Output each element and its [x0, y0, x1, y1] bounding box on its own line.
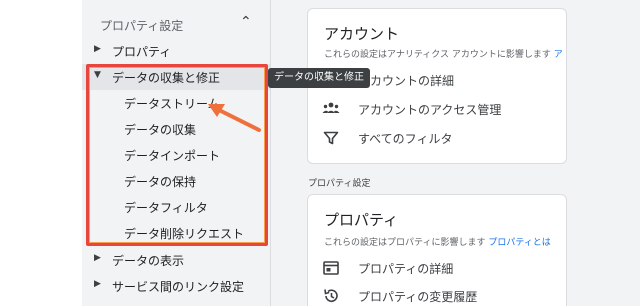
- sidebar-item-data-display[interactable]: ▶ データの表示: [82, 247, 270, 273]
- property-settings-section-label: プロパティ設定: [308, 179, 371, 189]
- caret-right-icon: ▶: [94, 253, 101, 263]
- property-card-description: これらの設定はプロパティに影響します プロパティとは: [324, 238, 551, 248]
- row-label: アカウントの詳細: [358, 74, 455, 88]
- highlight-box-inner: [89, 67, 265, 243]
- pointer-arrow-icon: [208, 104, 261, 132]
- row-label: プロパティの変更履歴: [358, 290, 478, 304]
- account-access-row[interactable]: アカウントのアクセス管理: [322, 98, 552, 120]
- sidebar-item-label: プロパティ: [112, 45, 172, 59]
- property-history-row[interactable]: プロパティの変更履歴: [322, 285, 552, 306]
- sidebar-item-product-links[interactable]: ▶ サービス間のリンク設定: [82, 273, 270, 299]
- filter-icon: [322, 129, 340, 147]
- chevron-up-icon[interactable]: ⌃: [240, 14, 252, 30]
- sidebar-item-label: データの表示: [112, 254, 185, 268]
- row-label: アカウントのアクセス管理: [358, 103, 502, 117]
- what-is-property-link[interactable]: プロパティとは: [488, 238, 550, 248]
- property-details-row[interactable]: プロパティの詳細: [322, 257, 552, 279]
- caret-right-icon: ▶: [94, 44, 101, 54]
- property-card: プロパティ これらの設定はプロパティに影響します プロパティとは プロパティの詳…: [307, 194, 567, 306]
- tooltip: データの収集と修正: [268, 68, 370, 88]
- property-settings-header[interactable]: プロパティ設定 ⌃: [82, 10, 270, 40]
- sidebar-item-property[interactable]: ▶ プロパティ: [82, 38, 270, 64]
- account-card-description: これらの設定はアナリティクス アカウントに影響します ア: [324, 50, 563, 60]
- account-card-title: アカウント: [324, 25, 400, 43]
- property-settings-label: プロパティ設定: [100, 19, 184, 33]
- property-card-title: プロパティ: [324, 211, 399, 229]
- caret-right-icon: ▶: [94, 279, 101, 289]
- row-label: プロパティの詳細: [358, 262, 454, 276]
- history-icon: [322, 287, 340, 305]
- sidebar-item-label: サービス間のリンク設定: [112, 280, 245, 294]
- all-filters-row[interactable]: すべてのフィルタ: [322, 127, 552, 149]
- property-details-icon: [322, 259, 340, 277]
- row-label: すべてのフィルタ: [358, 132, 453, 146]
- account-card-link[interactable]: ア: [554, 50, 563, 60]
- people-icon: [322, 100, 340, 118]
